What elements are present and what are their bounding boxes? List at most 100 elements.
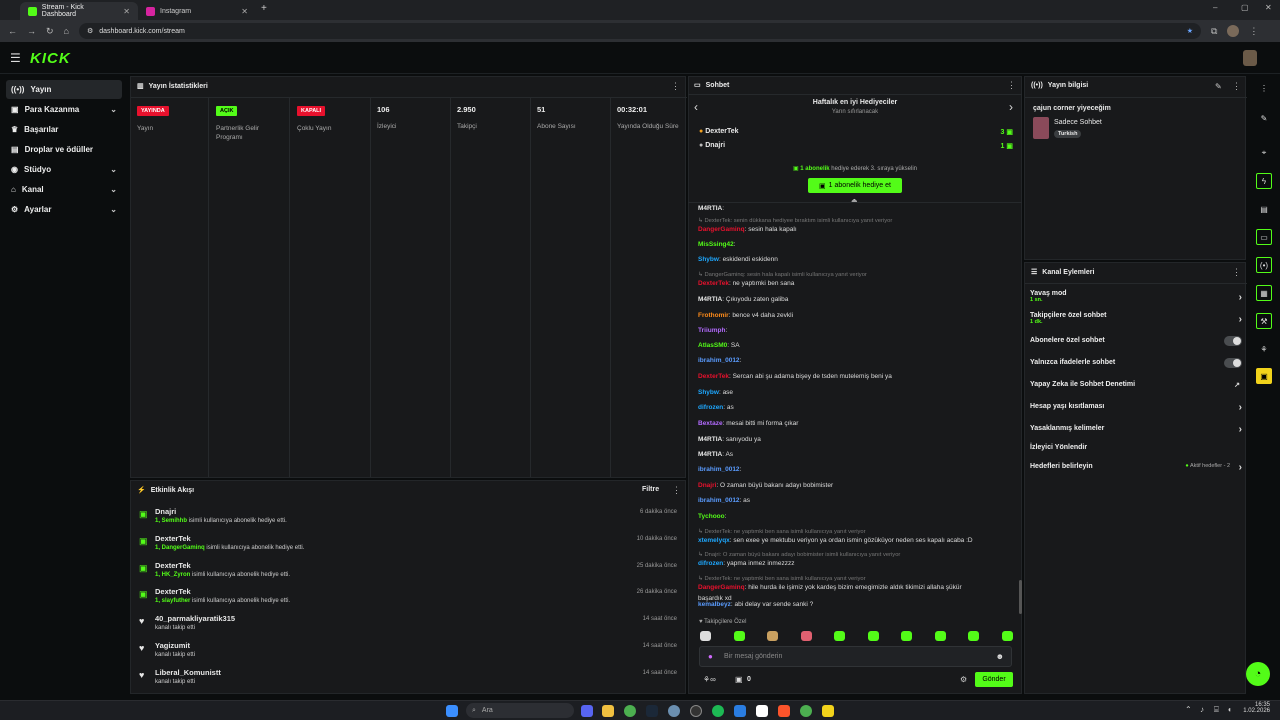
browser-tab-kick[interactable]: Stream - Kick Dashboard ✕ — [20, 2, 138, 20]
chat-username[interactable]: Dnajri — [698, 482, 716, 489]
chat-settings-icon[interactable]: ⚙ — [960, 675, 967, 684]
event-user[interactable]: DexterTek — [155, 561, 191, 570]
sidebar-item-kanal[interactable]: ⌂ Kanal ⌄ — [6, 180, 122, 199]
close-window-icon[interactable]: ✕ — [1265, 3, 1272, 12]
browser-tab-instagram[interactable]: Instagram ✕ — [138, 2, 256, 20]
layout-icon[interactable]: ▦ — [1256, 285, 1272, 301]
channel-action-row[interactable]: Hesap yaşı kısıtlaması › — [1030, 402, 1242, 413]
file-explorer-icon[interactable] — [602, 705, 614, 717]
stats-more-icon[interactable]: ⋮ — [671, 81, 680, 92]
sidebar-item-basarilar[interactable]: ♛ Başarılar — [6, 120, 122, 139]
channel-action-row[interactable]: Yavaş mod 1 sn. › — [1030, 290, 1242, 303]
vscode-icon[interactable] — [734, 705, 746, 717]
lightning-icon[interactable]: ϟ — [1256, 173, 1272, 189]
chat-username[interactable]: ibrahim_0012 — [698, 497, 740, 504]
sidebar-item-droplar[interactable]: ▤ Droplar ve ödüller — [6, 140, 122, 159]
chat-username[interactable]: Shybw — [698, 389, 719, 396]
channel-action-row[interactable]: Yapay Zeka ile Sohbet Denetimi ↗ — [1030, 381, 1242, 389]
steam-icon[interactable] — [646, 705, 658, 717]
event-user[interactable]: 40_parmakliyaratik315 — [155, 614, 235, 623]
emote-icon[interactable] — [700, 631, 711, 641]
channel-action-row[interactable]: Hedefleri belirleyin › ● Aktif hedefler - … — [1030, 462, 1242, 473]
app-icon[interactable] — [668, 705, 680, 717]
chat-more-icon[interactable]: ⋮ — [1007, 80, 1016, 91]
event-user[interactable]: Yagizumit — [155, 641, 190, 650]
chat-username[interactable]: DexterTek — [698, 280, 729, 287]
forward-icon[interactable]: → — [27, 26, 36, 36]
radio-icon[interactable]: (•) — [1256, 257, 1272, 273]
event-user[interactable]: Liberal_Komunistt — [155, 668, 221, 677]
chat-username[interactable]: Frothomir — [698, 312, 729, 319]
chat-username[interactable]: AtlasSM0 — [698, 342, 727, 349]
chrome-icon[interactable] — [624, 705, 636, 717]
help-chat-button[interactable]: ◔ — [1246, 662, 1270, 686]
chat-username[interactable]: DangerGaminq — [698, 584, 745, 591]
chat-scrollbar[interactable] — [1019, 580, 1022, 614]
channel-action-row[interactable]: Takipçilere özel sohbet 1 dk. › — [1030, 312, 1242, 325]
send-button[interactable]: Gönder — [975, 672, 1013, 687]
sidebar-item-studyo[interactable]: ◉ Stüdyo ⌄ — [6, 160, 122, 179]
github-icon[interactable] — [690, 705, 702, 717]
chat-input[interactable]: ● Bir mesaj gönderin ☻ — [699, 646, 1012, 667]
gifters-prev-icon[interactable]: ‹ — [694, 100, 698, 114]
chat-username[interactable]: Tychooo — [698, 513, 725, 520]
chat-username[interactable]: Bextaze — [698, 420, 723, 427]
microphone-icon[interactable]: ● — [708, 652, 713, 661]
chat-bubble-icon[interactable]: ▭ — [1256, 229, 1272, 245]
network-icon[interactable]: ⌸ — [1214, 705, 1219, 715]
chat-username[interactable]: DexterTek — [698, 373, 729, 380]
user-avatar[interactable] — [1243, 50, 1257, 66]
home-icon[interactable]: ⌂ — [64, 26, 69, 36]
chat-username[interactable]: M4RTIA — [698, 451, 722, 458]
site-info-icon[interactable]: ⚙ — [87, 27, 93, 35]
sidebar-item-ayarlar[interactable]: ⚙ Ayarlar ⌄ — [6, 200, 122, 219]
url-field[interactable]: ⚙ dashboard.kick.com/stream ★ — [78, 23, 1201, 39]
chat-username[interactable]: xtemelyqx — [698, 537, 730, 544]
event-user[interactable]: DexterTek — [155, 534, 191, 543]
channel-action-row[interactable]: Abonelere özel sohbet — [1030, 336, 1242, 346]
emote-icon[interactable] — [834, 631, 845, 641]
event-user[interactable]: DexterTek — [155, 587, 191, 596]
chat-username[interactable]: DangerGaminq — [698, 226, 745, 233]
bookmark-star-icon[interactable]: ★ — [1187, 27, 1193, 35]
chat-username[interactable]: M4RTIA — [698, 296, 722, 303]
emote-icon[interactable] — [800, 631, 812, 641]
channel-actions-more-icon[interactable]: ⋮ — [1232, 267, 1241, 278]
clapboard-icon[interactable]: ▣ — [1256, 368, 1272, 384]
emote-icon[interactable] — [1001, 631, 1013, 641]
chat-username[interactable]: Shybw — [698, 256, 719, 263]
kick-logo[interactable]: KICK — [30, 50, 71, 67]
users-icon[interactable]: ⚘ — [1256, 341, 1272, 357]
hamburger-menu-icon[interactable]: ☰ — [10, 51, 21, 65]
browser-menu-icon[interactable]: ⋮ — [1249, 26, 1258, 37]
reload-icon[interactable]: ↻ — [46, 26, 54, 37]
pencil-icon[interactable]: ✎ — [1256, 110, 1272, 126]
chrome-active-icon[interactable] — [800, 705, 812, 717]
emote-icon[interactable] — [968, 631, 979, 641]
toggle-switch[interactable] — [1224, 358, 1242, 368]
emoji-icon[interactable]: ☻ — [996, 652, 1004, 661]
more-menu-icon[interactable]: ⋮ — [1256, 80, 1272, 96]
toggle-switch[interactable] — [1224, 336, 1242, 346]
tray-chevron-icon[interactable]: ⌃ — [1185, 705, 1192, 714]
taskbar-search[interactable]: ⌕ Ara — [466, 703, 574, 718]
events-more-icon[interactable]: ⋮ — [672, 485, 681, 496]
chat-username[interactable]: kemalbeyz — [698, 601, 731, 608]
emote-icon[interactable] — [934, 631, 946, 641]
chat-username[interactable]: ibrahim_0012 — [698, 357, 740, 364]
emote-icon[interactable] — [867, 631, 879, 641]
clock[interactable]: 16:35 1.02.2026 — [1240, 702, 1270, 714]
edit-icon[interactable]: ✎ — [1215, 82, 1222, 91]
notion-icon[interactable] — [756, 705, 768, 717]
spotify-icon[interactable] — [712, 705, 724, 717]
extensions-icon[interactable]: ⧉ — [1211, 26, 1217, 37]
filter-button[interactable]: Filtre — [642, 486, 659, 493]
profile-avatar[interactable] — [1227, 25, 1240, 37]
chat-username[interactable]: M4RTIA — [698, 205, 722, 212]
brave-icon[interactable] — [778, 705, 790, 717]
microphone-tray-icon[interactable]: ♪ — [1200, 705, 1204, 714]
chat-username[interactable]: difrozen — [698, 560, 723, 567]
scan-icon[interactable]: ⌖ — [1256, 145, 1272, 161]
emote-icon[interactable] — [901, 631, 912, 641]
stream-info-more-icon[interactable]: ⋮ — [1232, 81, 1241, 92]
